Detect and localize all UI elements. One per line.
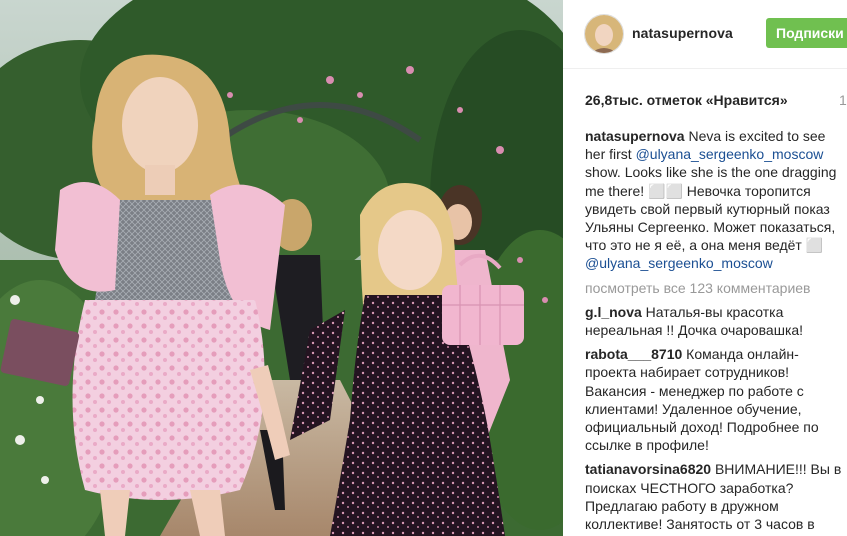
avatar[interactable] — [584, 14, 624, 54]
follow-button[interactable]: Подписки — [766, 18, 847, 48]
caption-username[interactable]: natasupernova — [585, 128, 685, 144]
likes-count[interactable]: 26,8тыс. отметок «Нравится» — [585, 92, 788, 108]
post-sidebar: natasupernova Подписки 26,8тыс. отметок … — [563, 0, 847, 536]
comment-username[interactable]: g.l_nova — [585, 304, 642, 320]
comment: g.l_nova Наталья-вы красотка нереальная … — [585, 303, 847, 339]
post-header: natasupernova Подписки — [563, 0, 847, 69]
post-photo[interactable] — [0, 0, 563, 536]
post-time[interactable]: 12 — [839, 92, 847, 108]
caption-text: show. Looks like she is the one dragging… — [585, 164, 837, 254]
caption: natasupernova Neva is excited to see her… — [585, 127, 847, 273]
view-all-comments-link[interactable]: посмотреть все 123 комментариев — [585, 279, 847, 297]
comment-username[interactable]: tatianavorsina6820 — [585, 461, 711, 477]
caption-mention[interactable]: @ulyana_sergeenko_moscow — [636, 146, 824, 162]
header-username[interactable]: natasupernova — [632, 25, 733, 41]
comment-text: Команда онлайн-проекта набирает сотрудни… — [585, 346, 819, 454]
comment-username[interactable]: rabota___8710 — [585, 346, 682, 362]
caption-mention[interactable]: @ulyana_sergeenko_moscow — [585, 255, 773, 271]
comment: rabota___8710 Команда онлайн-проекта наб… — [585, 345, 847, 454]
comment: tatianavorsina6820 ВНИМАНИЕ!!! Вы в поис… — [585, 460, 847, 533]
comments-list: natasupernova Neva is excited to see her… — [585, 127, 847, 536]
